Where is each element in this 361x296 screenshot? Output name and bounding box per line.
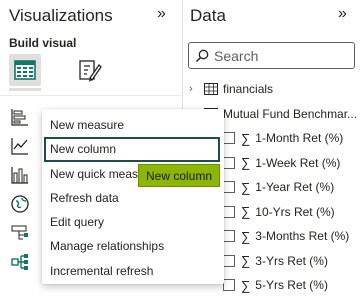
field-checkbox[interactable] [223, 181, 235, 193]
field-label: 10-Yrs Ret (%) [255, 204, 335, 219]
field-checkbox[interactable] [223, 132, 235, 144]
search-input[interactable] [214, 47, 344, 64]
field-checkbox[interactable] [223, 230, 235, 242]
menu-item-new-measure[interactable]: New measure [42, 113, 224, 137]
stacked-bar-icon[interactable] [9, 106, 31, 128]
field-label: 1-Year Ret (%) [255, 180, 335, 194]
tooltip: New column [138, 164, 221, 187]
sigma-icon: ∑ [241, 155, 251, 170]
format-paintbrush-icon [79, 60, 102, 82]
menu-item-incremental-refresh[interactable]: Incremental refresh [42, 259, 224, 283]
search-field[interactable] [188, 42, 355, 69]
field-checkbox[interactable] [223, 205, 235, 218]
sigma-icon: ∑ [241, 179, 251, 195]
table-label: financials [223, 82, 274, 96]
decomposition-tree-icon[interactable] [9, 222, 31, 244]
field-label: 3-Yrs Ret (%) [255, 253, 328, 268]
format-visual-button[interactable] [74, 54, 106, 86]
field-label: 1-Month Ret (%) [255, 131, 344, 145]
menu-item-refresh-data[interactable]: Refresh data [42, 186, 224, 210]
sigma-icon: ∑ [241, 228, 251, 244]
menu-item-new-column[interactable]: New column [44, 137, 220, 162]
sigma-icon: ∑ [241, 204, 251, 219]
sigma-icon: ∑ [241, 130, 251, 146]
build-visual-selected-indicator [9, 88, 41, 91]
chevron-right-icon[interactable]: › [189, 83, 199, 95]
field-checkbox[interactable] [223, 254, 235, 267]
field-label: 1-Week Ret (%) [255, 155, 341, 170]
field-checkbox[interactable] [223, 279, 235, 291]
field-checkbox[interactable] [223, 156, 235, 169]
context-menu: New measure New column New quick measure Re… [42, 109, 224, 284]
table-grid-icon [14, 60, 36, 80]
menu-item-edit-query[interactable]: Edit query [42, 210, 224, 234]
build-visual-label: Build visual [9, 36, 77, 50]
line-chart-icon[interactable] [9, 135, 31, 157]
menu-item-manage-relationships[interactable]: Manage relationships [42, 234, 224, 258]
divider [0, 95, 182, 96]
sigma-icon: ∑ [241, 253, 251, 268]
build-visual-button[interactable] [9, 54, 41, 86]
table-item-financials[interactable]: › financials [183, 78, 361, 100]
search-icon [195, 49, 209, 62]
collapse-data-button[interactable]: » [338, 5, 347, 23]
collapse-visualizations-button[interactable]: » [157, 5, 166, 23]
field-label: 5-Yrs Ret (%) [255, 278, 328, 292]
key-influencers-icon[interactable] [9, 251, 31, 273]
field-label: 3-Months Ret (%) [255, 229, 350, 243]
data-title: Data [190, 6, 226, 25]
table-icon [204, 83, 218, 95]
visualizations-title: Visualizations [9, 6, 113, 25]
column-chart-icon[interactable] [9, 164, 31, 186]
globe-map-icon[interactable] [9, 193, 31, 215]
sigma-icon: ∑ [241, 277, 251, 293]
visual-type-gallery [9, 106, 39, 280]
table-label: Mutual Fund Benchmar... [223, 107, 358, 121]
